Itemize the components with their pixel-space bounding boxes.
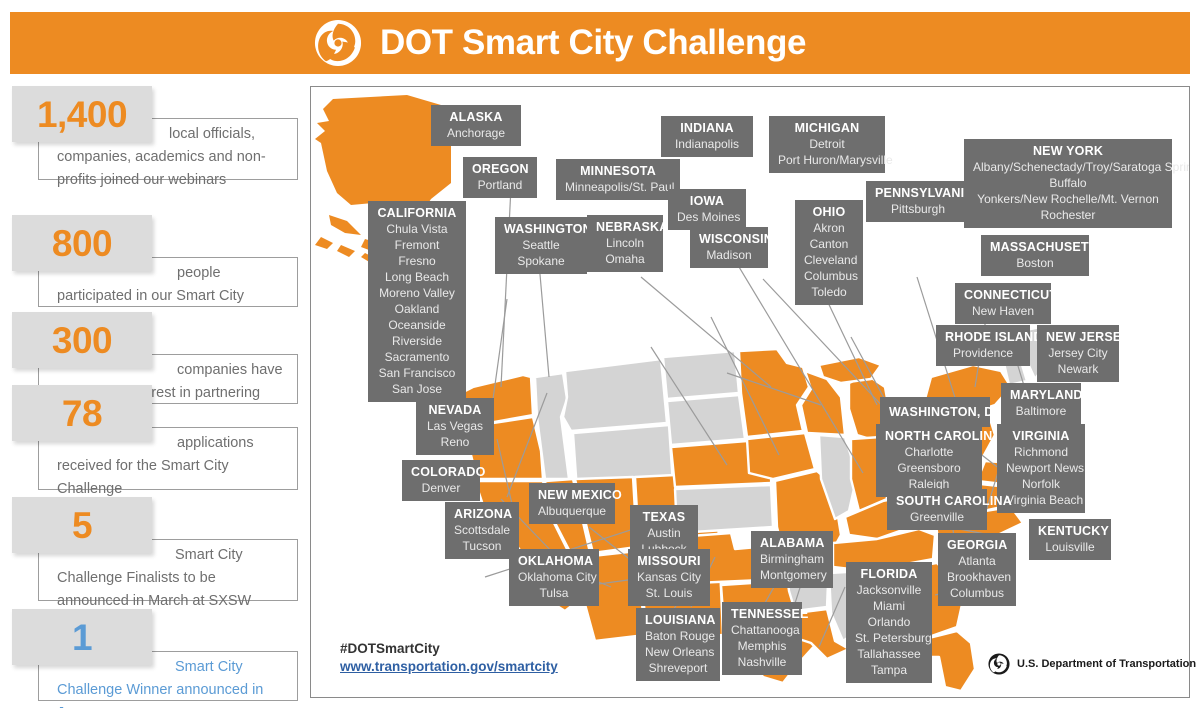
state-north-dakota [661,349,741,401]
stat-number-box: 5 [12,497,152,553]
page-title: DOT Smart City Challenge [379,23,807,62]
callout-nebraska[interactable]: NEBRASKA Lincoln Omaha [587,215,668,272]
state-michigan-up [817,355,883,385]
callout-kentucky[interactable]: KENTUCKY Louisville [1029,519,1111,560]
state-montana [561,357,669,433]
callout-ohio[interactable]: OHIO Akron Canton Cleveland Columbus Tol… [795,200,863,305]
callout-pennsylvania[interactable]: PENNSYLVANIA Pittsburgh [866,181,973,222]
callout-alabama[interactable]: ALABAMA Birmingham Montgomery [751,531,833,588]
state-iowa [745,431,817,481]
callout-new-mexico[interactable]: NEW MEXICO Albuquerque [529,483,622,524]
dot-triskelion-icon [314,19,362,67]
callout-south-carolina[interactable]: SOUTH CAROLINA Greenville [887,489,1012,530]
callout-nevada[interactable]: NEVADA Las Vegas Reno [416,398,494,455]
callout-indiana[interactable]: INDIANA Indianapolis [661,116,753,157]
callout-massachusetts[interactable]: MASSACHUSETTS Boston [981,235,1105,276]
stat-number-box: 1,400 [12,86,152,142]
callout-washington[interactable]: WASHINGTON Seattle Spokane [495,217,592,274]
callout-oregon[interactable]: OREGON Portland [463,157,537,198]
stat-number: 300 [51,319,113,361]
dot-agency-footer: U.S. Department of Transportation [988,653,1196,675]
callout-new-jersey[interactable]: NEW JERSEY Jersey City Newark [1037,325,1130,382]
callout-california[interactable]: CALIFORNIA Chula Vista Fremont Fresno Lo… [368,201,466,402]
infographic-page: DOT Smart City Challenge local officials… [0,0,1200,708]
callout-florida[interactable]: FLORIDA Jacksonville Miami Orlando St. P… [846,562,932,683]
us-map-panel: ALASKA Anchorage OREGON Portland CALIFOR… [310,86,1190,698]
callout-north-carolina[interactable]: NORTH CAROLINA Charlotte Greensboro Rale… [876,424,1001,497]
state-south-dakota [665,393,747,447]
callout-missouri[interactable]: MISSOURI Kansas City St. Louis [628,549,710,606]
callout-minnesota[interactable]: MINNESOTA Minneapolis/St. Paul [556,159,680,200]
callout-wisconsin[interactable]: WISCONSIN Madison [690,227,773,268]
stat-number-box: 300 [12,312,152,368]
callout-oklahoma[interactable]: OKLAHOMA Oklahoma City Tulsa [509,549,599,606]
stat-number: 5 [71,504,93,546]
callout-rhode-island[interactable]: RHODE ISLAND Providence [936,325,1042,366]
callout-alaska[interactable]: ALASKA Anchorage [431,105,521,146]
stat-number: 1,400 [36,93,128,135]
callout-washington-dc[interactable]: WASHINGTON, DC [880,397,1002,427]
website-link[interactable]: www.transportation.gov/smartcity [340,659,558,674]
callout-new-york[interactable]: NEW YORK Albany/Schenectady/Troy/Saratog… [964,139,1189,228]
callout-louisiana[interactable]: LOUISIANA Baton Rouge New Orleans Shreve… [636,608,720,681]
stat-number: 1 [71,616,93,658]
dot-triskelion-icon [988,653,1010,675]
callout-maryland[interactable]: MARYLAND Baltimore [1001,383,1082,424]
hashtag-text: #DOTSmartCity [340,641,440,656]
callout-georgia[interactable]: GEORGIA Atlanta Brookhaven Columbus [938,533,1016,606]
stats-sidebar: local officials, companies, academics an… [0,86,306,708]
stat-number-box: 78 [12,385,152,441]
stat-number-box: 800 [12,215,152,271]
stat-number-box: 1 [12,609,152,665]
stat-number: 800 [51,222,113,264]
agency-name: U.S. Department of Transportation [1017,658,1197,670]
callout-colorado[interactable]: COLORADO Denver [402,460,485,501]
callout-tennessee[interactable]: TENNESSEE Chattanooga Memphis Nashville [722,602,808,675]
callout-michigan[interactable]: MICHIGAN Detroit Port Huron/Marysville [769,116,893,173]
state-minnesota [737,347,811,439]
page-header: DOT Smart City Challenge [10,12,1190,74]
callout-iowa[interactable]: IOWA Des Moines [668,189,746,230]
stat-number: 78 [61,392,103,434]
callout-arizona[interactable]: ARIZONA Scottsdale Tucson [445,502,519,559]
callout-connecticut[interactable]: CONNECTICUT New Haven [955,283,1057,324]
